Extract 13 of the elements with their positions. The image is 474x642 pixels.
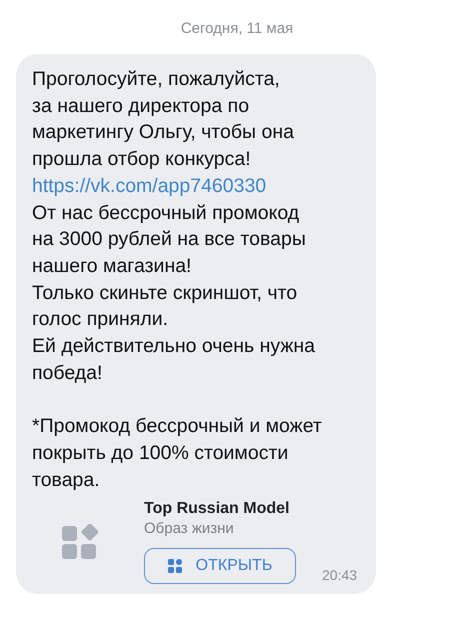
message-text: От нас бессрочный промокод на 3000 рублей на все товары нашего магазина! bbox=[32, 200, 306, 279]
apps-icon bbox=[168, 559, 182, 574]
message-text: Проголосуйте, пожалуйста, за нашего директора по маркетингу Ольгу, чтобы она прошла отбор конкурса! bbox=[32, 67, 294, 172]
message-time: 20:43 bbox=[322, 566, 358, 584]
apps-icon bbox=[62, 524, 98, 560]
message-text: Только скиньте скриншот, что голос приняли. bbox=[32, 280, 298, 332]
app-category: Образ жизни bbox=[144, 519, 234, 540]
date-divider: Сегодня, 11 мая bbox=[180, 19, 294, 39]
message-text: Ей действительно очень нужна победа! bbox=[32, 334, 316, 386]
message-text: *Промокод бессрочный и может покрыть до 100% стоимости товара. bbox=[32, 414, 322, 493]
app-title: Top Russian Model bbox=[144, 499, 290, 520]
message-link[interactable]: https://vk.com/app7460330 bbox=[32, 172, 266, 200]
open-button[interactable]: ОТКРЫТЬ bbox=[144, 548, 296, 584]
